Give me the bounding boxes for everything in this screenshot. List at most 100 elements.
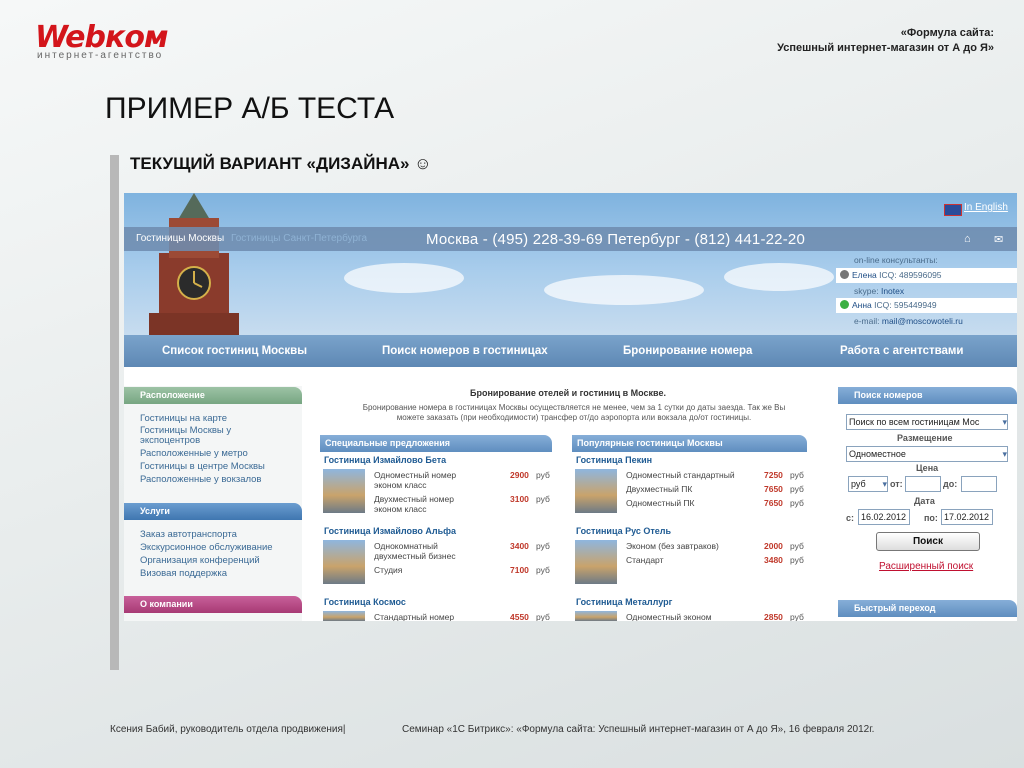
price-from-input[interactable] [905,476,941,492]
currency-label: руб [790,498,804,508]
sidebar-link-map[interactable]: Гостиницы на карте [140,413,227,425]
email-row: e-mail: mail@moscowoteli.ru [854,316,963,326]
placement-label: Размещение [897,433,953,443]
currency-label: руб [536,470,550,480]
hotel-photo[interactable] [323,611,365,621]
date-to-label: по: [924,513,938,523]
price-to-input[interactable] [961,476,997,492]
icq-icon [840,270,849,279]
currency-label: руб [790,612,804,621]
consultant-anna[interactable]: Анна ICQ: 595449949 [836,298,1017,313]
slide-title: ПРИМЕР А/Б ТЕСТА [105,92,395,125]
website-screenshot: In English Гостиницы Москвы Гостиницы Са… [124,193,1017,621]
room-price: 3400 [510,541,529,551]
sidebar-link-transport[interactable]: Заказ автотранспорта [140,529,237,541]
date-from-label: с: [846,513,855,523]
sidebar-link-stations[interactable]: Расположенные у вокзалов [140,474,261,486]
currency-label: руб [790,470,804,480]
location-header: Расположение [124,387,302,404]
nav-agencies[interactable]: Работа с агентствами [840,345,964,357]
room-price: 2000 [764,541,783,551]
topbar-link-spb[interactable]: Гостиницы Санкт-Петербурга [231,233,367,244]
room-price: 4550 [510,612,529,621]
consultants-title: on-line консультанты: [854,255,938,265]
footer-seminar: Семинар «1С Битрикс»: «Формула сайта: Ус… [402,724,875,735]
popular-hotels-header: Популярные гостиницы Москвы [572,435,807,452]
room-type: Двухместный ПК [626,484,693,494]
currency-select[interactable]: руб ▾ [848,476,888,492]
cloud [724,263,834,291]
mail-icon[interactable]: ✉ [994,233,1003,246]
search-button[interactable]: Поиск [876,532,980,551]
home-icon[interactable]: ⌂ [964,233,971,245]
hotel-name[interactable]: Гостиница Пекин [576,455,652,465]
hotel-select[interactable]: Поиск по всем гостиницам Мос ▾ [846,414,1008,430]
currency-label: руб [536,541,550,551]
sidebar-link-expo2[interactable]: экспоцентров [140,435,200,447]
hotel-photo[interactable] [323,469,365,513]
quick-jump-header: Быстрый переход [838,600,1017,617]
skype-row: skype: Inotex [854,286,905,296]
hotel-name[interactable]: Гостиница Рус Отель [576,526,671,536]
room-price: 7100 [510,565,529,575]
slide-header: «Формула сайта: Успешный интернет-магази… [594,26,994,56]
about-header[interactable]: О компании [124,596,302,613]
consultant-elena[interactable]: Елена ICQ: 489596095 [836,268,1017,283]
room-type: Одноместный номер эконом класс [374,470,457,490]
room-price: 2850 [764,612,783,621]
room-type: Эконом (без завтраков) [626,541,719,551]
header-line2: Успешный интернет-магазин от А до Я» [777,42,994,54]
room-type: Стандартный номер [374,612,455,621]
hotel-photo[interactable] [575,469,617,513]
lang-link[interactable]: In English [964,202,1008,213]
hotel-photo[interactable] [575,611,617,621]
sidebar-link-conferences[interactable]: Организация конференций [140,555,260,567]
sidebar-link-center[interactable]: Гостиницы в центре Москвы [140,461,265,473]
uk-flag-icon [944,204,962,216]
room-type: Одноместный эконом [626,612,712,621]
hotel-name[interactable]: Гостиница Металлург [576,597,672,607]
price-from-label: от: [890,479,903,489]
sidebar-link-visa[interactable]: Визовая поддержка [140,568,227,580]
room-type: Однокомнатный двухместный бизнес [374,541,456,561]
sidebar-link-metro[interactable]: Расположенные у метро [140,448,248,460]
room-type: Двухместный номер эконом класс [374,494,454,514]
room-price: 7650 [764,484,783,494]
currency-label: руб [790,555,804,565]
currency-label: руб [536,494,550,504]
date-to-input[interactable]: 17.02.2012 [941,509,993,525]
footer-author: Ксения Бабий, руководитель отдела продви… [110,724,346,735]
slide-subtitle: ТЕКУЩИЙ ВАРИАНТ «ДИЗАЙНА» ☺ [130,154,432,173]
advanced-search-link[interactable]: Расширенный поиск [879,561,973,572]
room-type: Стандарт [626,555,664,565]
site-phones: Москва - (495) 228-39-69 Петербург - (81… [426,231,805,248]
nav-room-search[interactable]: Поиск номеров в гостиницах [382,345,548,357]
room-price: 3100 [510,494,529,504]
center-title: Бронирование отелей и гостиниц в Москве. [470,388,666,398]
special-offers-header: Специальные предложения [320,435,552,452]
currency-label: руб [790,541,804,551]
cloud [544,275,704,305]
hotel-name[interactable]: Гостиница Космос [324,597,406,607]
hotel-photo[interactable] [323,540,365,584]
chevron-down-icon: ▾ [1002,417,1007,427]
chevron-down-icon: ▾ [1002,449,1007,459]
logo-subtitle: интернет-агентство [37,50,164,61]
header-line1: «Формула сайта: [900,27,994,39]
center-text: Бронирование номера в гостиницах Москвы … [362,403,786,422]
nav-hotels-list[interactable]: Список гостиниц Москвы [162,345,307,357]
currency-label: руб [790,484,804,494]
topbar-link-moscow[interactable]: Гостиницы Москвы [136,233,224,244]
nav-booking[interactable]: Бронирование номера [623,345,752,357]
placement-select[interactable]: Одноместное ▾ [846,446,1008,462]
hotel-name[interactable]: Гостиница Измайлово Бета [324,455,446,465]
hotel-name[interactable]: Гостиница Измайлово Альфа [324,526,456,536]
hotel-photo[interactable] [575,540,617,584]
kremlin-tower-image [149,193,239,335]
date-from-input[interactable]: 16.02.2012 [858,509,910,525]
chevron-down-icon: ▾ [882,479,887,489]
room-price: 7650 [764,498,783,508]
sidebar-link-excursions[interactable]: Экскурсионное обслуживание [140,542,273,554]
room-type: Студия [374,565,403,575]
services-header: Услуги [124,503,302,520]
